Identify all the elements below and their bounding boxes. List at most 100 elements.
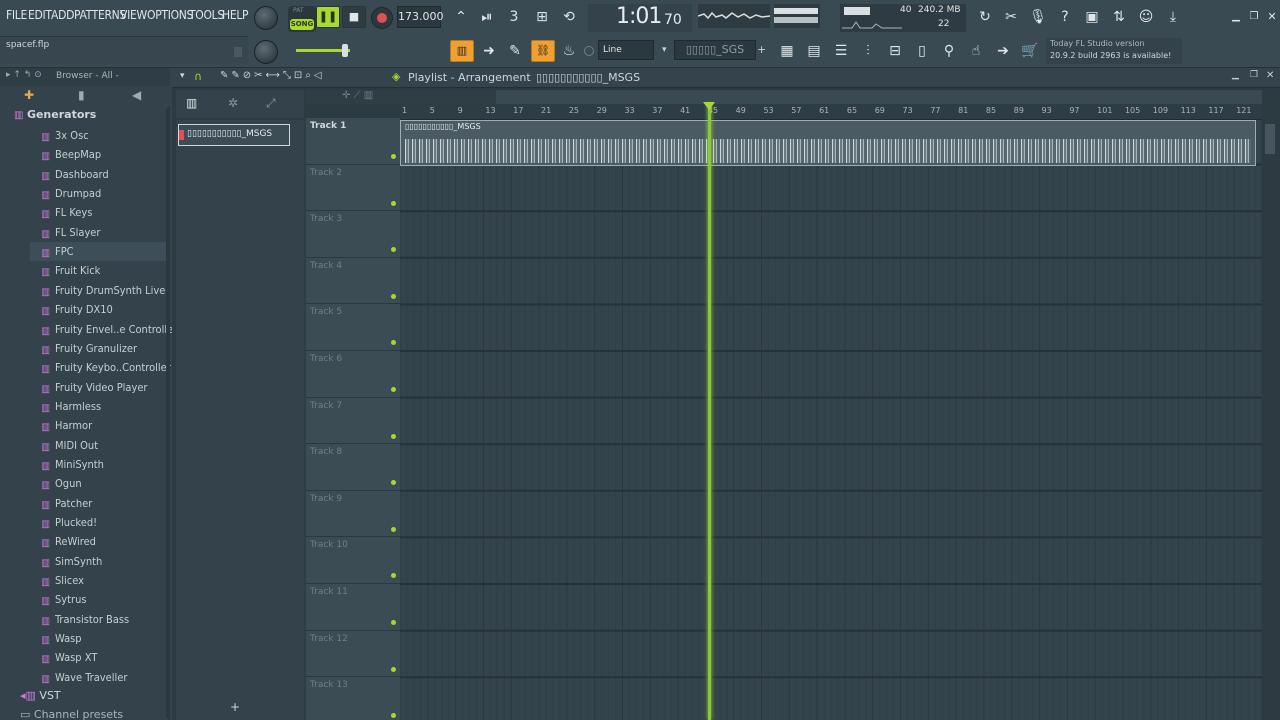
browser-channel-presets[interactable]: ▭ Channel presets: [20, 708, 123, 720]
browser-item[interactable]: ▥ Fruity Envel..e Controller: [40, 320, 177, 339]
browser-file-icon[interactable]: ▮: [78, 88, 85, 102]
play-pause-button[interactable]: ❚❚: [316, 6, 340, 28]
track-mute-led[interactable]: [391, 526, 396, 532]
browser-item[interactable]: ▥ BeepMap: [40, 145, 101, 164]
playlist-menu-icon[interactable]: ▾: [180, 71, 185, 81]
picker-automation-icon[interactable]: ⤢: [266, 96, 276, 111]
browser-vst-folder[interactable]: ◂▥ VST: [20, 689, 61, 702]
browser-item[interactable]: ▥ Transistor Bass: [40, 610, 129, 629]
track-header[interactable]: Track 1: [306, 118, 400, 165]
playlist-minimize-icon[interactable]: ▁: [1232, 70, 1239, 80]
browser-item[interactable]: ▥ Plucked!: [40, 513, 97, 532]
pattern-prev-icon[interactable]: ▾: [662, 40, 672, 60]
playlist-tool-icons[interactable]: ✎✎⊘✂⟷⤡⊡⌕◁: [220, 70, 325, 81]
browser-item[interactable]: ▥ Fruity DrumSynth Live: [40, 281, 165, 300]
piano-roll-icon[interactable]: ▤: [803, 40, 825, 62]
link-button[interactable]: ⛓: [531, 40, 555, 62]
browser-item[interactable]: ▥ FL Keys: [40, 203, 92, 222]
browser-item[interactable]: ▥ Slicex: [40, 571, 84, 590]
browser-item[interactable]: ▥ Dashboard: [40, 165, 108, 184]
pattern-selector[interactable]: ▯▯▯▯▯_SGS: [674, 40, 756, 60]
browser-item[interactable]: ▥ 3x Osc: [40, 126, 88, 145]
snap-select[interactable]: Line: [598, 40, 654, 60]
browser-item[interactable]: ▥ FPC: [40, 242, 73, 261]
browser-item[interactable]: ▥ SimSynth: [40, 552, 102, 571]
track-mute-led[interactable]: [391, 620, 396, 625]
track-header[interactable]: Track 5: [306, 304, 400, 351]
track-header[interactable]: Track 11: [306, 584, 400, 631]
track-mute-led[interactable]: [391, 154, 396, 159]
magnet-icon[interactable]: ∩: [194, 70, 202, 83]
browser-item[interactable]: ▥ Fruity Granulizer: [40, 339, 137, 358]
vertical-scroll-thumb[interactable]: [1265, 124, 1275, 154]
picker-pattern-icon[interactable]: ▥: [186, 96, 197, 110]
browser-item[interactable]: ▥ Fruit Kick: [40, 261, 100, 280]
master-pitch-knob[interactable]: [254, 40, 278, 64]
picker-audio-icon[interactable]: ✲: [228, 96, 238, 110]
pat-song-switch[interactable]: PAT SONG: [288, 6, 316, 32]
browser-scrollbar[interactable]: [166, 108, 170, 718]
menu-options[interactable]: OPTIONS: [147, 8, 193, 22]
browser-item[interactable]: ▥ Sytrus: [40, 590, 86, 609]
playlist-pattern-name[interactable]: ▯▯▯▯▯▯▯▯▯▯▯_MSGS: [536, 71, 640, 84]
project-icon[interactable]: ▯: [911, 40, 933, 62]
browser-item[interactable]: ▥ Harmless: [40, 397, 101, 416]
track-header[interactable]: Track 7: [306, 398, 400, 445]
track-mute-led[interactable]: [391, 480, 396, 486]
chat-icon[interactable]: ☺: [1135, 6, 1157, 28]
step-edit-icon[interactable]: ⊞: [531, 6, 553, 28]
countdown-icon[interactable]: 3: [503, 6, 525, 28]
browser-item[interactable]: ▥ FL Slayer: [40, 223, 100, 242]
browser-item[interactable]: ▥ Ogun: [40, 474, 81, 493]
pattern-clip[interactable]: ▯▯▯▯▯▯▯▯▯▯▯_MSGS: [400, 120, 1256, 166]
browser-item[interactable]: ▥ Fruity Video Player: [40, 378, 147, 397]
browser-item[interactable]: ▥ ReWired: [40, 532, 96, 551]
tempo-display[interactable]: 173.000: [397, 6, 444, 28]
track-header[interactable]: Track 6: [306, 351, 400, 398]
track-mute-led[interactable]: [391, 387, 396, 392]
track-mute-led[interactable]: [391, 340, 396, 346]
arrow-icon[interactable]: ➜: [478, 40, 500, 62]
browser-generators-folder[interactable]: ▥ Generators: [14, 108, 96, 121]
loop-record-icon[interactable]: ⟲: [558, 6, 580, 28]
metronome-icon[interactable]: ⌃: [450, 6, 472, 28]
overview-tool-icons[interactable]: ✛ ⟋ ▥: [342, 90, 373, 101]
master-volume-slider[interactable]: [296, 44, 350, 57]
download-icon[interactable]: ⤓: [1162, 6, 1184, 28]
arrangement-grid[interactable]: ▯▯▯▯▯▯▯▯▯▯▯_MSGS: [400, 120, 1262, 720]
playhead[interactable]: [703, 102, 715, 720]
browser-item[interactable]: ▥ MIDI Out: [40, 436, 98, 455]
microphone-icon[interactable]: 🎙: [1027, 6, 1049, 28]
channel-rack-icon[interactable]: ☰: [830, 40, 852, 62]
browser-plugin-icon[interactable]: ✚: [24, 88, 34, 102]
browser-item[interactable]: ▥ Harmor: [40, 416, 92, 435]
track-header[interactable]: Track 8: [306, 444, 400, 491]
overview-scrollbar[interactable]: [496, 90, 1262, 104]
browser-item[interactable]: ▥ Wasp: [40, 629, 81, 648]
track-header[interactable]: Track 2: [306, 165, 400, 212]
close-icon[interactable]: ✕: [1261, 6, 1280, 28]
export-icon[interactable]: ⇅: [1108, 6, 1130, 28]
track-header[interactable]: Track 4: [306, 258, 400, 305]
playlist-play-icon[interactable]: ◈: [392, 70, 400, 83]
browser-item[interactable]: ▥ Patcher: [40, 494, 92, 513]
browser-speaker-icon[interactable]: ◀: [132, 88, 141, 102]
playlist-maximize-icon[interactable]: ❐: [1250, 70, 1258, 80]
master-volume-knob[interactable]: [254, 6, 278, 30]
timeline-ruler[interactable]: 1 5 9 13 17 21 25 29 33 37 41 45 49 53 57 61 65 69 73 77 81 8…: [400, 104, 1262, 120]
playlist-overview[interactable]: ✛ ⟋ ▥: [306, 90, 1262, 104]
master-volume-handle[interactable]: [342, 44, 348, 57]
record-button[interactable]: [371, 7, 393, 29]
pattern-add-icon[interactable]: +: [757, 40, 767, 60]
browser-nav-icons[interactable]: ▸ ↑ ↰ ⊙: [6, 70, 42, 80]
undo-icon[interactable]: ↻: [974, 6, 996, 28]
browser-item[interactable]: ▥ Wasp XT: [40, 648, 97, 667]
menu-file[interactable]: FILE: [6, 8, 27, 22]
track-mute-led[interactable]: [391, 713, 396, 719]
time-display[interactable]: 1:01 70: [588, 4, 692, 32]
track-mute-led[interactable]: [391, 433, 396, 439]
save-icon[interactable]: ▣: [1081, 6, 1103, 28]
playlist-close-icon[interactable]: ✕: [1266, 70, 1274, 81]
track-header[interactable]: Track 13: [306, 677, 400, 720]
menu-edit[interactable]: EDIT: [28, 8, 52, 22]
